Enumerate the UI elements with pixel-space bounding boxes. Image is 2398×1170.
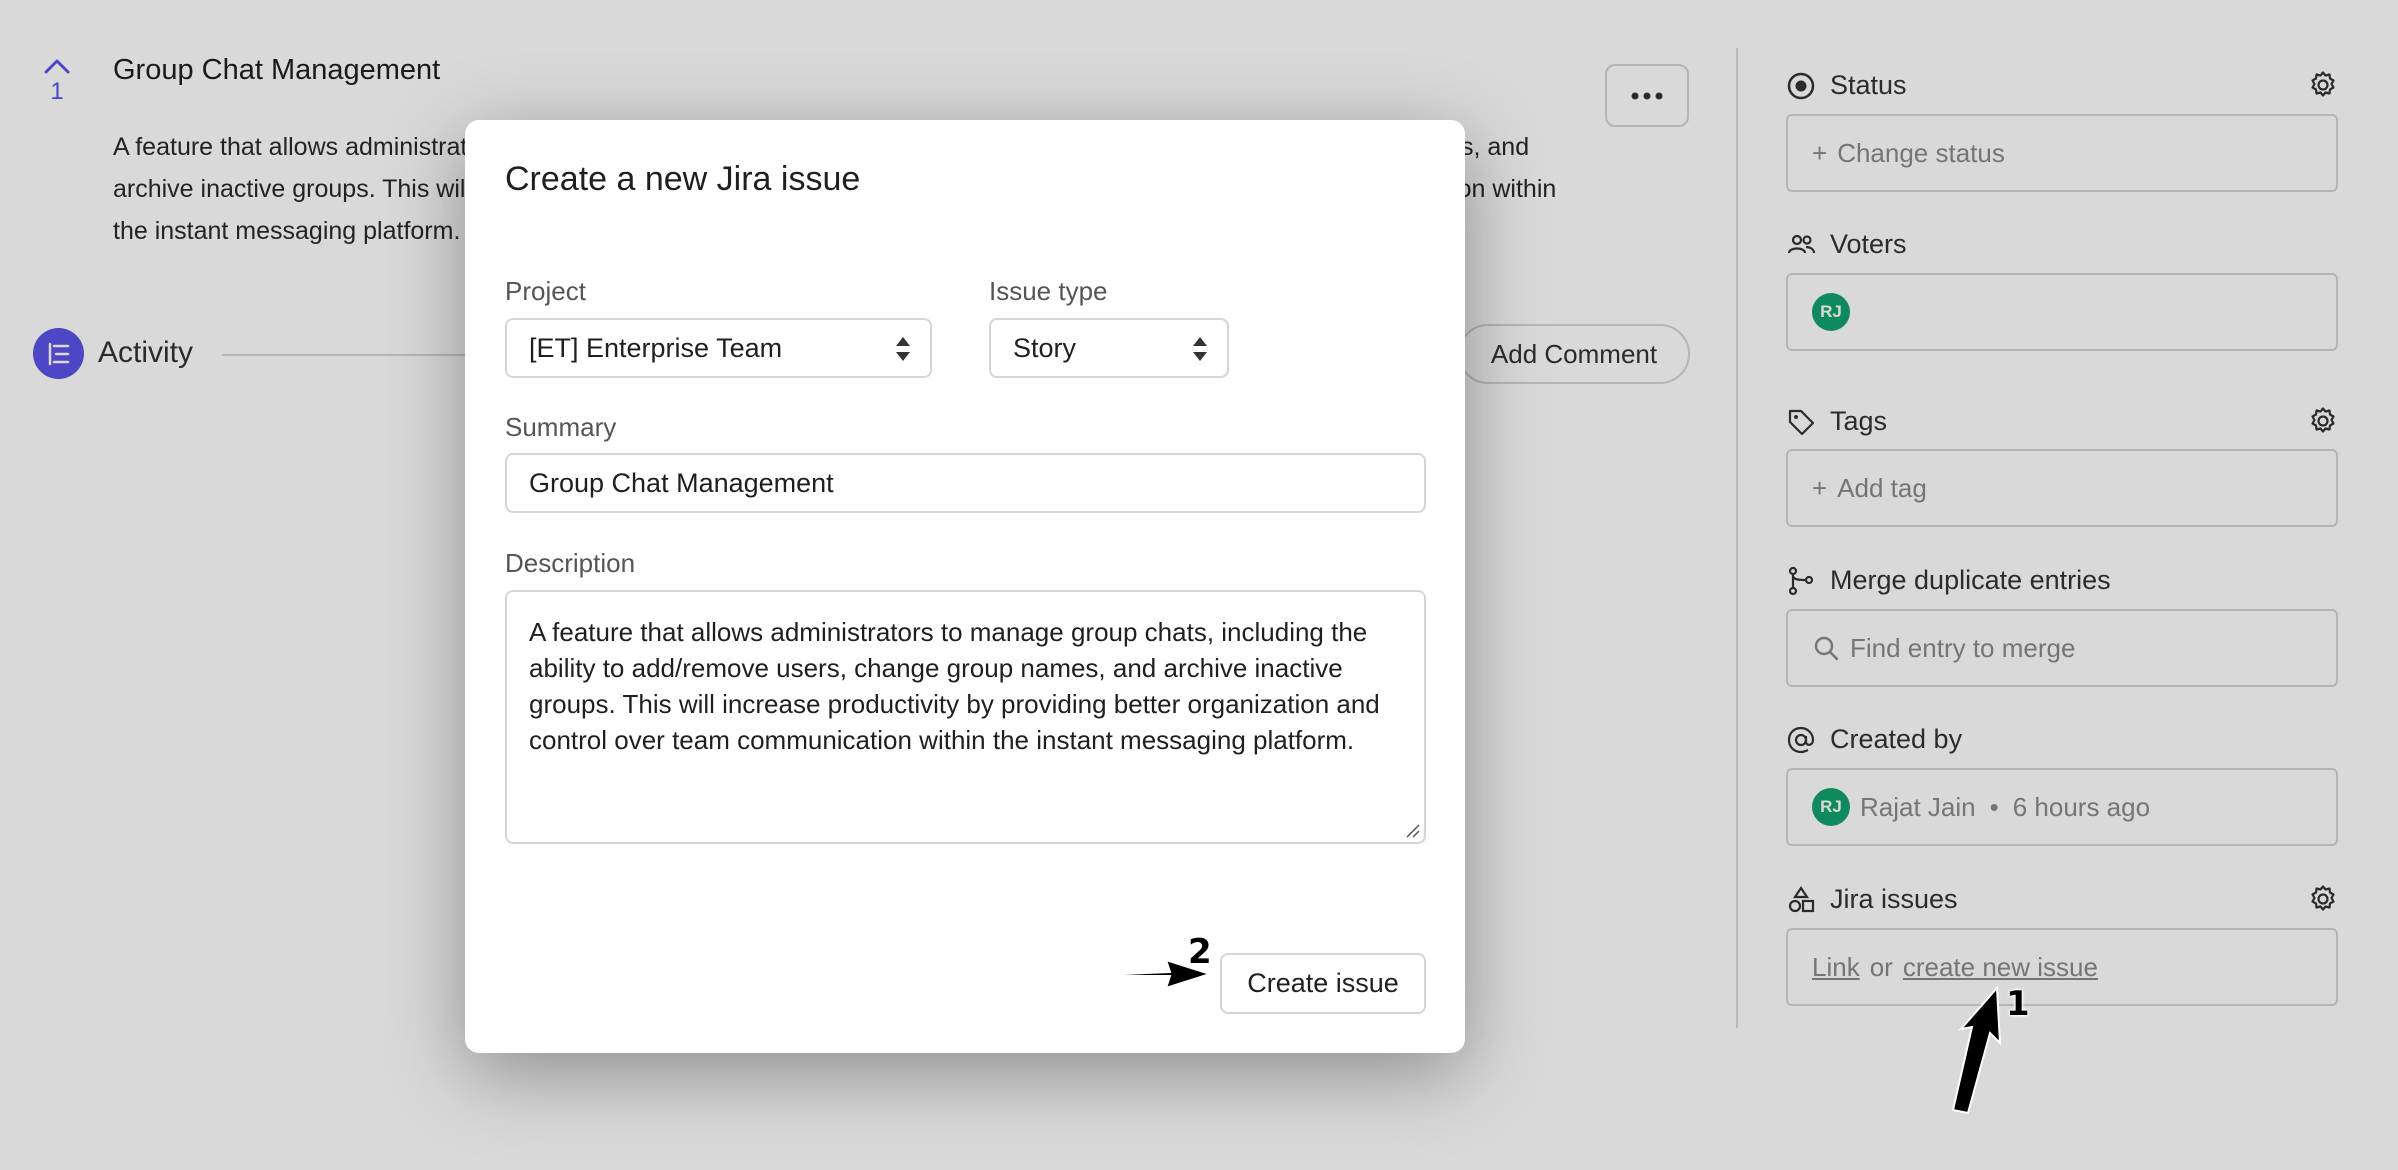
resize-handle-icon[interactable]: [1404, 822, 1420, 838]
project-label: Project: [505, 276, 586, 306]
select-arrows-icon: [1193, 337, 1207, 361]
summary-label: Summary: [505, 412, 617, 442]
description-text: A feature that allows administrators to …: [529, 617, 1380, 755]
issue-type-value: Story: [1013, 332, 1077, 363]
project-value: [ET] Enterprise Team: [529, 332, 783, 363]
callout-number-1: 1: [2006, 984, 2030, 1024]
issue-type-label: Issue type: [989, 276, 1108, 306]
description-label: Description: [505, 548, 636, 578]
dialog-title: Create a new Jira issue: [505, 160, 861, 198]
project-select[interactable]: [ET] Enterprise Team: [505, 318, 932, 378]
summary-input[interactable]: Group Chat Management: [505, 453, 1426, 513]
select-arrows-icon: [896, 337, 910, 361]
callout-number-2: 2: [1188, 932, 1212, 972]
create-issue-button[interactable]: Create issue: [1220, 953, 1426, 1014]
description-textarea[interactable]: A feature that allows administrators to …: [505, 590, 1426, 844]
callout-arrow-1-icon: [1951, 985, 2002, 1115]
issue-type-select[interactable]: Story: [989, 318, 1229, 378]
create-jira-issue-dialog: Create a new Jira issue Project [ET] Ent…: [465, 120, 1465, 1053]
